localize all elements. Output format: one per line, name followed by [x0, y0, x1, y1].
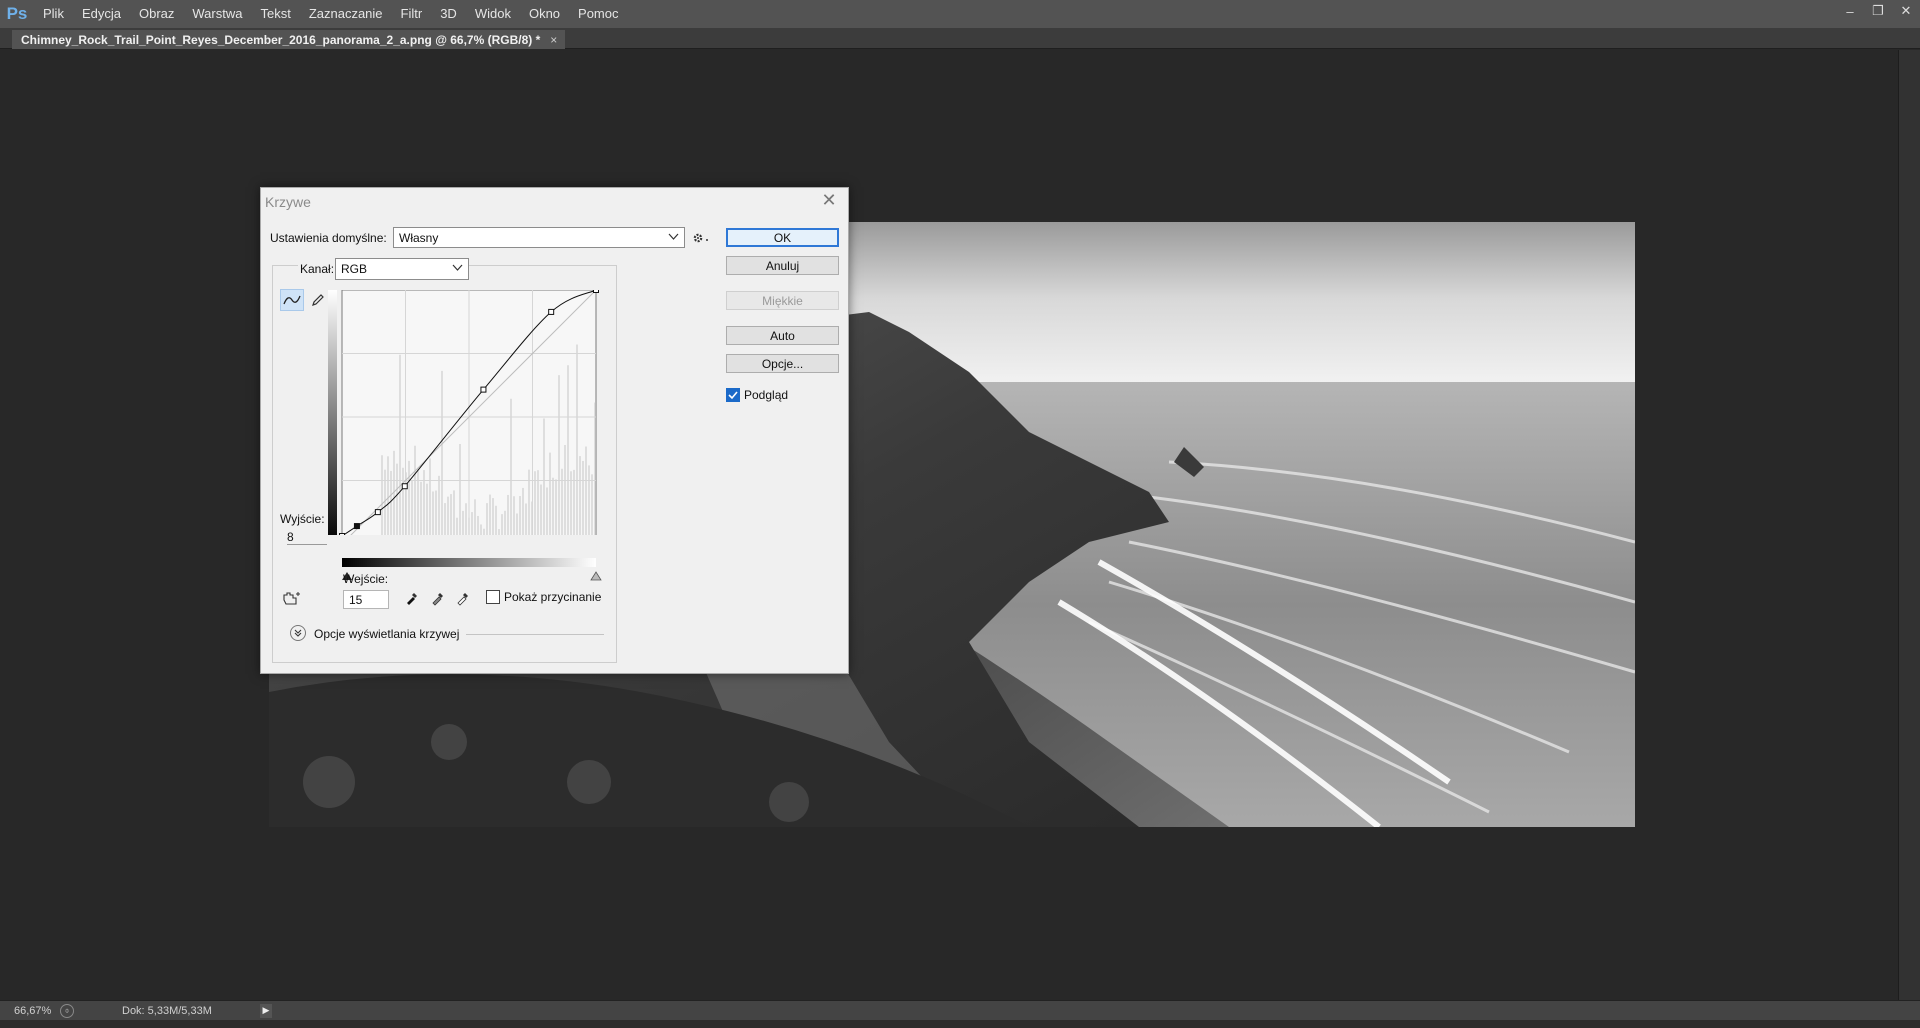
preview-checkbox[interactable]: [726, 388, 740, 402]
divider: [466, 634, 604, 635]
output-label: Wyjście:: [280, 512, 325, 526]
eyedropper-white-icon[interactable]: [453, 588, 473, 608]
channel-select[interactable]: RGB: [335, 258, 469, 280]
input-field[interactable]: 15: [343, 590, 389, 609]
curve-point[interactable]: [480, 386, 487, 393]
close-tab-icon[interactable]: ×: [550, 33, 557, 47]
checkmark-icon: [728, 391, 738, 400]
preset-value: Własny: [399, 230, 439, 245]
preset-label: Ustawienia domyślne:: [270, 231, 387, 245]
gear-icon[interactable]: [690, 228, 714, 248]
menu-item-filtr[interactable]: Filtr: [392, 0, 432, 28]
curve-edit-icon[interactable]: [280, 289, 304, 311]
menu-item-pomoc[interactable]: Pomoc: [569, 0, 627, 28]
curve-point[interactable]: [339, 533, 345, 540]
window-controls: – ❐ ✕: [1836, 0, 1920, 22]
ok-button[interactable]: OK: [726, 228, 839, 247]
white-point-slider[interactable]: [590, 571, 602, 581]
document-tab-bar: Chimney_Rock_Trail_Point_Reyes_December_…: [0, 28, 1920, 49]
menu-item-widok[interactable]: Widok: [466, 0, 520, 28]
eyedropper-gray-icon[interactable]: [428, 588, 448, 608]
display-options-label[interactable]: Opcje wyświetlania krzywej: [314, 627, 459, 641]
dialog-title: Krzywe: [265, 194, 311, 210]
chevron-down-icon: [668, 233, 679, 240]
document-tab[interactable]: Chimney_Rock_Trail_Point_Reyes_December_…: [12, 30, 566, 49]
cancel-button[interactable]: Anuluj: [726, 256, 839, 275]
menu-item-obraz[interactable]: Obraz: [130, 0, 183, 28]
eyedropper-black-icon[interactable]: [402, 588, 422, 608]
output-gradient-bar: [328, 290, 337, 544]
minimize-button[interactable]: –: [1836, 0, 1864, 22]
channel-label: Kanał:: [298, 262, 337, 276]
close-button[interactable]: ✕: [1892, 0, 1920, 22]
preset-select[interactable]: Własny: [393, 227, 685, 248]
menu-item-warstwa[interactable]: Warstwa: [183, 0, 251, 28]
channel-value: RGB: [341, 262, 368, 276]
show-clipping-label: Pokaż przycinanie: [504, 590, 602, 604]
auto-button[interactable]: Auto: [726, 326, 839, 345]
menu-item-okno[interactable]: Okno: [520, 0, 569, 28]
show-clipping-checkbox[interactable]: [486, 590, 500, 604]
curve-point[interactable]: [353, 523, 360, 530]
document-tab-title: Chimney_Rock_Trail_Point_Reyes_December_…: [21, 32, 541, 47]
curves-dialog: Krzywe ✕ Ustawienia domyślne: Własny OK …: [260, 187, 849, 674]
pencil-icon[interactable]: [307, 289, 329, 311]
chevron-down-icon: [452, 264, 463, 271]
curve-point[interactable]: [548, 308, 555, 315]
right-panel-edge: [1898, 50, 1920, 1000]
curve-graph-canvas[interactable]: [328, 287, 603, 545]
output-field[interactable]: 8: [287, 530, 327, 545]
chevron-expand-icon[interactable]: [290, 625, 306, 641]
targeted-adjustment-icon[interactable]: [281, 589, 301, 609]
status-menu-arrow-icon[interactable]: ▶: [260, 1003, 272, 1018]
dialog-close-icon[interactable]: ✕: [820, 191, 838, 209]
status-info-icon[interactable]: ⌽: [60, 1003, 74, 1018]
menu-bar: Ps Plik Edycja Obraz Warstwa Tekst Zaznaczani…: [0, 0, 1920, 28]
curve-graph[interactable]: [328, 287, 603, 545]
menu-item-tekst[interactable]: Tekst: [251, 0, 299, 28]
document-size: Dok: 5,33M/5,33M: [122, 1004, 212, 1017]
status-bar: 66,67% ⌽ Dok: 5,33M/5,33M ▶: [0, 1000, 1920, 1020]
menu-item-edycja[interactable]: Edycja: [73, 0, 130, 28]
restore-button[interactable]: ❐: [1864, 0, 1892, 22]
menu-item-zaznaczanie[interactable]: Zaznaczanie: [300, 0, 392, 28]
preview-label: Podgląd: [744, 388, 789, 402]
smooth-button[interactable]: Miękkie: [726, 291, 839, 310]
curve-point[interactable]: [374, 509, 381, 516]
menu-item-3d[interactable]: 3D: [431, 0, 466, 28]
curve-point[interactable]: [401, 483, 408, 490]
input-label: Wejście:: [343, 572, 389, 586]
zoom-level[interactable]: 66,67%: [0, 1005, 56, 1017]
bottom-strip: [0, 1020, 1920, 1028]
options-button[interactable]: Opcje...: [726, 354, 839, 373]
menu-item-plik[interactable]: Plik: [34, 0, 73, 28]
app-logo: Ps: [6, 4, 28, 23]
curve-point[interactable]: [593, 287, 599, 293]
